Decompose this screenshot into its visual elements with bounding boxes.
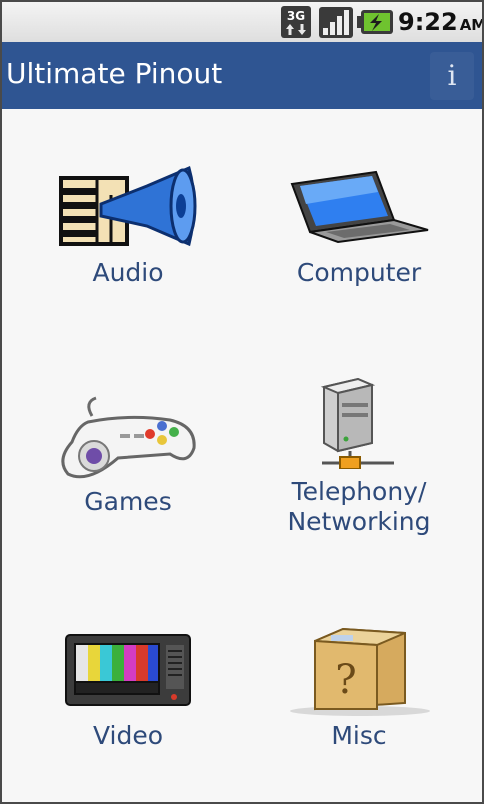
question-box-icon: ? <box>290 627 430 716</box>
svg-text:?: ? <box>335 657 356 703</box>
category-label: Video <box>92 721 164 750</box>
title-bar: Ultimate Pinout i <box>2 42 482 109</box>
category-label: Audio <box>92 258 164 287</box>
gamepad-icon <box>61 396 196 479</box>
3g-data-icon: 3G <box>281 6 311 38</box>
category-label: Computer <box>296 258 422 287</box>
category-computer[interactable]: Computer <box>244 152 474 302</box>
category-label: Telephony/ Networking <box>287 477 431 536</box>
clock-ampm: AM <box>459 16 484 34</box>
app-frame: 3G 9:22 AM Ultimate Pinout i Audio Compu… <box>0 0 484 804</box>
battery-charging-icon <box>357 10 393 34</box>
category-networking[interactable]: Telephony/ Networking <box>244 377 474 542</box>
network-server-icon <box>320 377 394 469</box>
status-bar: 3G 9:22 AM <box>2 2 482 42</box>
category-misc[interactable]: ? Misc <box>244 617 474 767</box>
audio-speaker-icon <box>59 165 197 247</box>
category-games[interactable]: Games <box>13 387 243 537</box>
television-icon <box>65 634 191 706</box>
status-clock: 9:22 AM <box>398 8 484 39</box>
signal-strength-icon <box>319 7 353 38</box>
category-label: Misc <box>331 721 387 750</box>
category-video[interactable]: Video <box>13 617 243 767</box>
app-title: Ultimate Pinout <box>6 57 223 90</box>
category-label: Games <box>84 487 172 516</box>
laptop-icon <box>290 170 429 244</box>
category-audio[interactable]: Audio <box>13 152 243 302</box>
network-type-text: 3G <box>287 9 305 23</box>
info-icon: i <box>447 59 457 92</box>
info-button[interactable]: i <box>430 52 474 100</box>
clock-time: 9:22 <box>398 8 458 36</box>
